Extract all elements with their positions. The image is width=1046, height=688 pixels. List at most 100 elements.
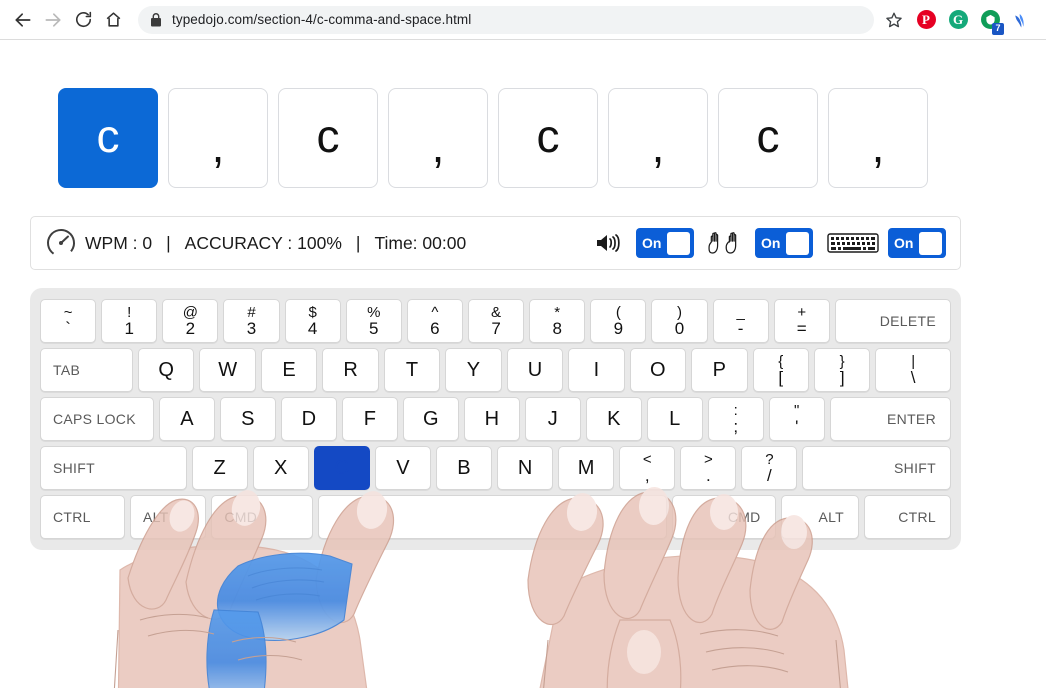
key-q[interactable]: Q (137, 348, 195, 392)
key-backslash[interactable]: | \ (875, 348, 951, 392)
key-c-active[interactable]: C (313, 446, 370, 490)
key-g[interactable]: G (402, 397, 459, 441)
key-top-label: ! (127, 303, 132, 321)
grammarly-extension-button[interactable]: G (944, 6, 972, 34)
key-shift-left[interactable]: SHIFT (40, 446, 187, 490)
key-equal[interactable]: + = (773, 299, 830, 343)
key-o[interactable]: O (629, 348, 687, 392)
key-space[interactable] (318, 495, 667, 539)
page-content: c , c , c , c , W PM: 0 | ACCURACY: 100… (0, 40, 1046, 688)
key-label: F (363, 407, 376, 430)
bookmark-star-button[interactable] (880, 6, 908, 34)
key-l[interactable]: L (646, 397, 703, 441)
typing-card[interactable]: , (828, 88, 928, 188)
hands-toggle-knob (786, 231, 809, 255)
key-backquote[interactable]: ~ ` (40, 299, 97, 343)
key-label: SHIFT (53, 460, 95, 476)
key-shift-right[interactable]: SHIFT (802, 446, 951, 490)
typing-card-char: c (756, 110, 780, 162)
key-e[interactable]: E (260, 348, 318, 392)
key-x[interactable]: X (252, 446, 309, 490)
key-quote[interactable]: " ' (768, 397, 825, 441)
address-bar[interactable]: typedojo.com/section-4/c-comma-and-space… (138, 5, 874, 34)
back-button[interactable] (8, 5, 38, 35)
sound-toggle[interactable]: On (636, 228, 694, 258)
key-f[interactable]: F (341, 397, 398, 441)
key-m[interactable]: M (558, 446, 615, 490)
key-alt-right[interactable]: ALT (780, 495, 860, 539)
key-s[interactable]: S (219, 397, 276, 441)
key-8[interactable]: * 8 (529, 299, 586, 343)
key-u[interactable]: U (506, 348, 564, 392)
key-cmd-left[interactable]: CMD (211, 495, 314, 539)
typing-card[interactable]: , (388, 88, 488, 188)
key-d[interactable]: D (280, 397, 337, 441)
key-enter[interactable]: ENTER (829, 397, 951, 441)
pinterest-extension-button[interactable]: P (912, 6, 940, 34)
key-comma[interactable]: < , (619, 446, 676, 490)
key-r[interactable]: R (322, 348, 379, 392)
typing-card[interactable]: , (168, 88, 268, 188)
typing-card[interactable]: c (278, 88, 378, 188)
key-label: ALT (818, 509, 845, 525)
key-slash[interactable]: ? / (741, 446, 798, 490)
key-label: H (484, 407, 500, 430)
key-label: A (180, 407, 194, 430)
reload-button[interactable] (68, 5, 98, 35)
key-6[interactable]: ^ 6 (406, 299, 463, 343)
key-7[interactable]: & 7 (467, 299, 525, 343)
extension-badge-count: 7 (992, 22, 1004, 35)
key-v[interactable]: V (374, 446, 431, 490)
profile-button[interactable] (1008, 6, 1036, 34)
key-z[interactable]: Z (191, 446, 248, 490)
hands-toggle-group: On (708, 228, 813, 258)
key-tab[interactable]: TAB (40, 348, 133, 392)
typing-card[interactable]: , (608, 88, 708, 188)
key-n[interactable]: N (497, 446, 554, 490)
key-ctrl-left[interactable]: CTRL (40, 495, 125, 539)
key-top-label: % (367, 303, 381, 321)
typing-card[interactable]: c (718, 88, 818, 188)
typing-card[interactable]: c (498, 88, 598, 188)
typing-card-char: c (96, 110, 120, 162)
typing-card-active[interactable]: c (58, 88, 158, 188)
keyboard-toggle[interactable]: On (888, 228, 946, 258)
key-cmd-right[interactable]: CMD (671, 495, 776, 539)
key-caps-lock[interactable]: CAPS LOCK (40, 397, 154, 441)
key-p[interactable]: P (691, 348, 748, 392)
key-period[interactable]: > . (680, 446, 737, 490)
key-i[interactable]: I (568, 348, 625, 392)
key-a[interactable]: A (158, 397, 215, 441)
home-button[interactable] (98, 5, 128, 35)
key-ctrl-right[interactable]: CTRL (864, 495, 951, 539)
virtual-keyboard: ~ ` ! 1 @ 2 # 3 $ 4 % 5 ^ 6 & 7 * 8 (9 … (30, 288, 961, 550)
forward-button[interactable] (38, 5, 68, 35)
key-0[interactable]: ) 0 (651, 299, 708, 343)
key-delete[interactable]: DELETE (834, 299, 951, 343)
key-5[interactable]: % 5 (345, 299, 402, 343)
key-bottom-label: ` (65, 318, 71, 338)
accuracy-value: ACCURACY : 100% (184, 232, 342, 253)
key-semicolon[interactable]: : ; (707, 397, 764, 441)
hands-toggle[interactable]: On (755, 228, 813, 258)
key-4[interactable]: $ 4 (284, 299, 341, 343)
key-t[interactable]: T (383, 348, 441, 392)
key-w[interactable]: W (199, 348, 256, 392)
key-9[interactable]: ( 9 (590, 299, 647, 343)
key-j[interactable]: J (524, 397, 581, 441)
key-k[interactable]: K (585, 397, 642, 441)
key-b[interactable]: B (435, 446, 492, 490)
key-2[interactable]: @ 2 (162, 299, 219, 343)
key-alt-left[interactable]: ALT (129, 495, 207, 539)
key-bracket-left[interactable]: { [ (752, 348, 809, 392)
key-minus[interactable]: _ - (712, 299, 769, 343)
extension-button[interactable]: 7 (976, 6, 1004, 35)
key-label: Q (158, 358, 174, 381)
keyboard-row-numbers: ~ ` ! 1 @ 2 # 3 $ 4 % 5 ^ 6 & 7 * 8 (9 … (40, 299, 951, 343)
key-3[interactable]: # 3 (223, 299, 280, 343)
key-1[interactable]: ! 1 (101, 299, 158, 343)
key-bracket-right[interactable]: } ] (813, 348, 871, 392)
keyboard-toggle-group: On (827, 228, 946, 258)
key-y[interactable]: Y (445, 348, 502, 392)
key-h[interactable]: H (463, 397, 520, 441)
